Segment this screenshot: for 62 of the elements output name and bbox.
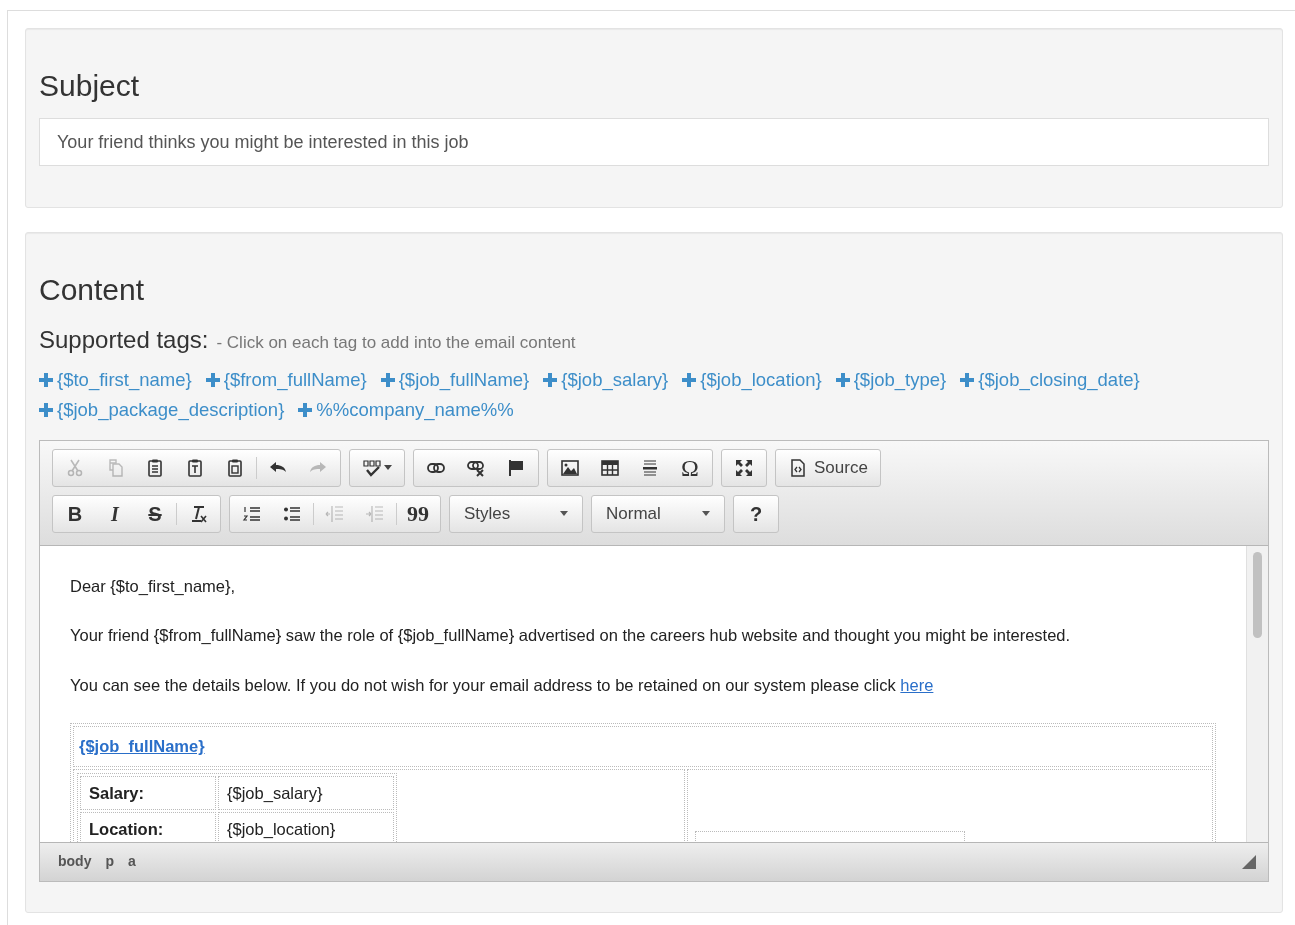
plus-icon bbox=[960, 372, 975, 387]
caret-icon bbox=[702, 511, 710, 516]
plus-icon bbox=[39, 372, 53, 387]
tag-link[interactable]: %%company_name%% bbox=[298, 395, 514, 424]
plus-icon bbox=[543, 372, 558, 387]
bold-button[interactable]: B bbox=[55, 496, 95, 531]
path-item[interactable]: a bbox=[128, 851, 136, 872]
dropdown[interactable]: Normal bbox=[594, 496, 722, 531]
paste-icon bbox=[145, 457, 165, 478]
subject-field[interactable]: Your friend thinks you might be interested in this job bbox=[39, 118, 1269, 166]
strikethrough-button[interactable]: S bbox=[135, 496, 175, 531]
scrollbar[interactable] bbox=[1246, 545, 1268, 842]
plus-icon bbox=[205, 372, 220, 387]
tag-link[interactable]: {$to_first_name} bbox=[39, 366, 192, 394]
tags-hint: - Click on each tag to add into the email content bbox=[216, 332, 576, 354]
caret-icon bbox=[384, 465, 392, 470]
plus-icon bbox=[835, 372, 850, 387]
section-heading: Content bbox=[39, 273, 146, 306]
dropdown[interactable]: Styles bbox=[452, 496, 580, 531]
source-icon bbox=[788, 457, 808, 478]
tag-link[interactable]: {$job_location} bbox=[682, 366, 822, 394]
help-button[interactable]: ? bbox=[736, 496, 776, 531]
maximize-icon bbox=[734, 457, 754, 478]
paste-text-icon bbox=[185, 457, 205, 478]
indent-icon bbox=[365, 503, 385, 524]
link[interactable]: here bbox=[900, 676, 934, 694]
field-label: Location: bbox=[89, 820, 164, 839]
tags-label: Supported tags: bbox=[39, 325, 209, 355]
plus-icon bbox=[682, 372, 697, 387]
caret-icon bbox=[560, 511, 568, 516]
outdent-icon bbox=[325, 503, 345, 524]
tag-link[interactable]: {$job_fullName} bbox=[380, 366, 530, 394]
italic-button[interactable]: I bbox=[95, 496, 135, 531]
job-title-link[interactable]: {$job_fullName} bbox=[75, 727, 209, 765]
table-icon bbox=[600, 457, 620, 478]
plus-icon bbox=[380, 372, 395, 387]
special-character-button[interactable]: Ω bbox=[670, 450, 710, 485]
field-label: Salary: bbox=[89, 783, 145, 802]
scrollbar-thumb[interactable] bbox=[1253, 551, 1262, 638]
spellcheck-icon bbox=[362, 457, 382, 478]
paragraph: Your friend {$from_fullName} saw the role of {$job_fullName} advertised on the careers hub website and thought you might be interested. bbox=[70, 625, 1072, 647]
field-value: {$job_location} bbox=[227, 820, 336, 839]
plus-icon bbox=[39, 402, 53, 417]
source-button[interactable]: Source bbox=[778, 450, 878, 485]
section-heading: Subject bbox=[39, 69, 141, 102]
tag-link[interactable]: {$job_type} bbox=[835, 366, 947, 394]
cut-icon bbox=[65, 457, 85, 478]
resize-handle-icon[interactable] bbox=[1242, 855, 1256, 870]
paragraph: Dear {$to_first_name}, bbox=[70, 575, 237, 597]
flag-icon bbox=[506, 457, 526, 478]
blockquote-button[interactable]: 99 bbox=[398, 496, 438, 531]
tag-link[interactable]: {$from_fullName} bbox=[205, 366, 367, 394]
horizontal-rule-icon bbox=[640, 457, 660, 478]
tag-link[interactable]: {$job_package_description} bbox=[39, 395, 285, 424]
path-item[interactable]: body bbox=[58, 851, 92, 872]
tag-link[interactable]: {$job_closing_date} bbox=[960, 366, 1140, 394]
field-value: {$job_salary} bbox=[227, 783, 323, 802]
path-item[interactable]: p bbox=[105, 851, 114, 872]
paste-word-icon bbox=[225, 457, 245, 478]
image-icon bbox=[560, 457, 580, 478]
plus-icon bbox=[298, 402, 313, 417]
tag-link[interactable]: {$job_salary} bbox=[543, 366, 669, 394]
